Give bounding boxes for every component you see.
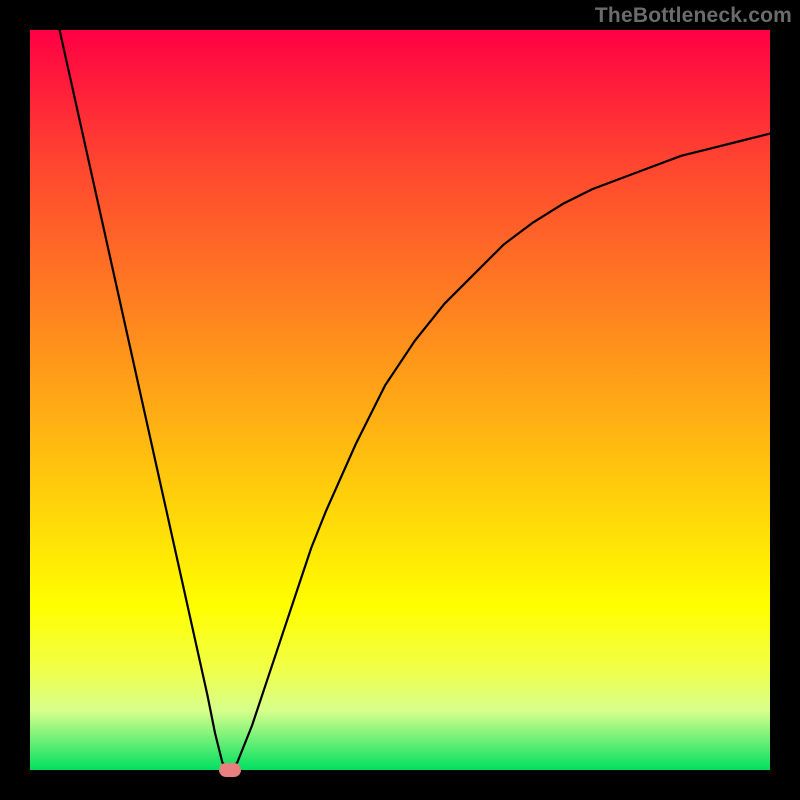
optimum-marker [219, 763, 241, 777]
bottleneck-curve [30, 30, 770, 770]
chart-frame: TheBottleneck.com [0, 0, 800, 800]
plot-area [30, 30, 770, 770]
attribution-text: TheBottleneck.com [595, 4, 792, 28]
